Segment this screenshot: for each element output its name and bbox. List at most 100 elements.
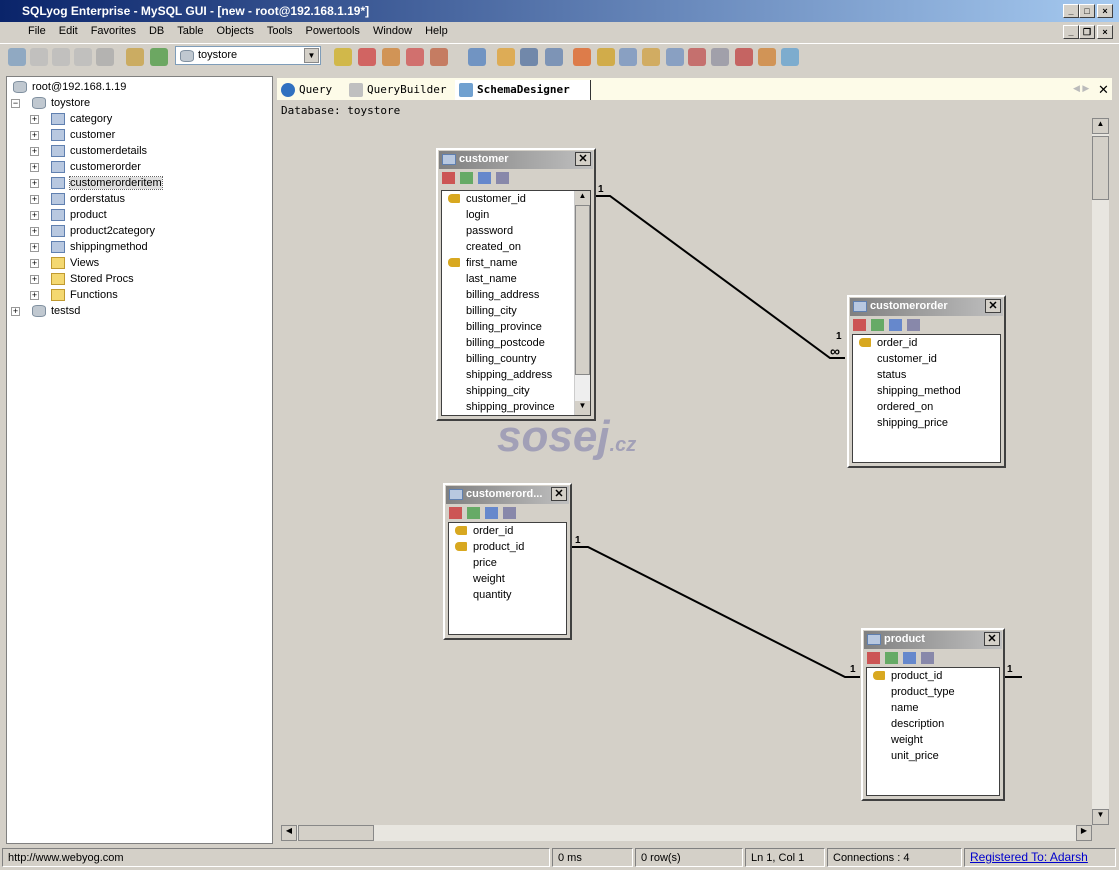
view-menu-icon[interactable] <box>907 319 920 332</box>
menu-favorites[interactable]: Favorites <box>91 25 136 37</box>
toolbar-button-icon[interactable] <box>735 48 753 66</box>
close-icon[interactable]: ✕ <box>551 487 567 501</box>
registered-link[interactable]: Registered To: Adarsh <box>964 848 1116 867</box>
relation-icon[interactable] <box>485 507 498 520</box>
toolbar-button-icon[interactable] <box>573 48 591 66</box>
table-column[interactable]: first_name <box>442 255 574 271</box>
menu-file[interactable]: File <box>28 25 46 37</box>
toolbar-button-icon[interactable] <box>358 48 376 66</box>
table-column[interactable]: shipping_city <box>442 383 574 399</box>
column-list[interactable]: order_id product_id price weight quantity <box>448 522 567 635</box>
expand-icon[interactable]: + <box>30 115 39 124</box>
toolbar-button-icon[interactable] <box>781 48 799 66</box>
table-column[interactable]: weight <box>449 571 566 587</box>
table-column[interactable]: billing_province <box>442 319 574 335</box>
table-column[interactable]: status <box>853 367 1000 383</box>
toolbar-button-icon[interactable] <box>711 48 729 66</box>
table-column[interactable]: product_type <box>867 684 999 700</box>
tree-folder-stored-procs[interactable]: Stored Procs <box>51 271 134 287</box>
save-icon[interactable] <box>885 652 898 665</box>
table-column[interactable]: order_id <box>853 335 1000 351</box>
column-scrollbar[interactable]: ▲ ▼ <box>574 191 590 415</box>
tree-table-product[interactable]: product <box>51 207 107 223</box>
tab-querybuilder[interactable]: QueryBuilder <box>345 80 453 100</box>
expand-icon[interactable]: + <box>30 291 39 300</box>
tab-scroll-arrows[interactable]: ◀ ▶ <box>1073 83 1089 94</box>
collapse-icon[interactable]: − <box>11 99 20 108</box>
toolbar-button-icon[interactable] <box>497 48 515 66</box>
expand-icon[interactable]: + <box>30 275 39 284</box>
table-column[interactable]: created_on <box>442 239 574 255</box>
view-menu-icon[interactable] <box>503 507 516 520</box>
save-icon[interactable] <box>460 172 473 185</box>
toolbar-button-icon[interactable] <box>334 48 352 66</box>
toolbar-button-icon[interactable] <box>468 48 486 66</box>
expand-icon[interactable]: + <box>30 163 39 172</box>
schema-table-customerorder[interactable]: customerorder ✕ order_id customer_id status s… <box>847 295 1006 468</box>
mdi-restore-button[interactable]: ❐ <box>1079 25 1095 39</box>
menu-tools[interactable]: Tools <box>267 25 293 37</box>
table-column[interactable]: billing_postcode <box>442 335 574 351</box>
table-column[interactable]: price <box>449 555 566 571</box>
mdi-minimize-button[interactable]: _ <box>1063 25 1079 39</box>
table-column[interactable]: name <box>867 700 999 716</box>
expand-icon[interactable]: + <box>30 227 39 236</box>
table-column[interactable]: ordered_on <box>853 399 1000 415</box>
database-select[interactable]: toystore ▼ <box>175 46 321 65</box>
table-column[interactable]: billing_address <box>442 287 574 303</box>
expand-icon[interactable]: + <box>30 147 39 156</box>
menu-db[interactable]: DB <box>149 25 164 37</box>
table-column[interactable]: password <box>442 223 574 239</box>
expand-icon[interactable]: + <box>30 259 39 268</box>
tree-server-node[interactable]: root@192.168.1.19 <box>13 79 126 95</box>
table-column[interactable]: customer_id <box>853 351 1000 367</box>
toolbar-button-icon[interactable] <box>96 48 114 66</box>
tree-table-customer[interactable]: customer <box>51 127 115 143</box>
table-column[interactable]: description <box>867 716 999 732</box>
table-column[interactable]: shipping_address <box>442 367 574 383</box>
table-title-bar[interactable]: customer ✕ <box>439 151 593 169</box>
toolbar-button-icon[interactable] <box>597 48 615 66</box>
toolbar-button-icon[interactable] <box>30 48 48 66</box>
expand-icon[interactable]: + <box>30 131 39 140</box>
save-icon[interactable] <box>467 507 480 520</box>
schema-table-product[interactable]: product ✕ product_id product_type name descri… <box>861 628 1005 801</box>
tree-folder-views[interactable]: Views <box>51 255 99 271</box>
menu-powertools[interactable]: Powertools <box>306 25 360 37</box>
toolbar-button-icon[interactable] <box>74 48 92 66</box>
tree-table-customerdetails[interactable]: customerdetails <box>51 143 147 159</box>
toolbar-button-icon[interactable] <box>406 48 424 66</box>
menu-edit[interactable]: Edit <box>59 25 78 37</box>
tree-table-category[interactable]: category <box>51 111 112 127</box>
column-list[interactable]: ▲ ▼ customer_id login password created_on firs… <box>441 190 591 416</box>
table-column[interactable]: login <box>442 207 574 223</box>
tree-table-customerorder[interactable]: customerorder <box>51 159 141 175</box>
menu-help[interactable]: Help <box>425 25 448 37</box>
view-menu-icon[interactable] <box>921 652 934 665</box>
tree-table-shippingmethod[interactable]: shippingmethod <box>51 239 148 255</box>
table-column[interactable]: order_id <box>449 523 566 539</box>
delete-icon[interactable] <box>867 652 880 665</box>
menu-objects[interactable]: Objects <box>217 25 254 37</box>
table-column[interactable]: billing_city <box>442 303 574 319</box>
toolbar-button-icon[interactable] <box>150 48 168 66</box>
expand-icon[interactable]: + <box>30 243 39 252</box>
view-menu-icon[interactable] <box>496 172 509 185</box>
vertical-scrollbar[interactable]: ▲ ▼ <box>1092 118 1109 825</box>
table-column[interactable]: product_id <box>867 668 999 684</box>
tree-table-customerorderitem[interactable]: customerorderitem <box>51 175 163 191</box>
toolbar-button-icon[interactable] <box>758 48 776 66</box>
tree-folder-functions[interactable]: Functions <box>51 287 118 303</box>
save-icon[interactable] <box>871 319 884 332</box>
toolbar-button-icon[interactable] <box>382 48 400 66</box>
column-list[interactable]: product_id product_type name description wei… <box>866 667 1000 796</box>
tab-query[interactable]: Query <box>277 80 343 100</box>
maximize-button[interactable]: □ <box>1079 4 1095 18</box>
table-column[interactable]: product_id <box>449 539 566 555</box>
toolbar-button-icon[interactable] <box>642 48 660 66</box>
delete-icon[interactable] <box>853 319 866 332</box>
relation-icon[interactable] <box>889 319 902 332</box>
delete-icon[interactable] <box>442 172 455 185</box>
table-title-bar[interactable]: customerord... ✕ <box>446 486 569 504</box>
expand-icon[interactable]: + <box>30 211 39 220</box>
